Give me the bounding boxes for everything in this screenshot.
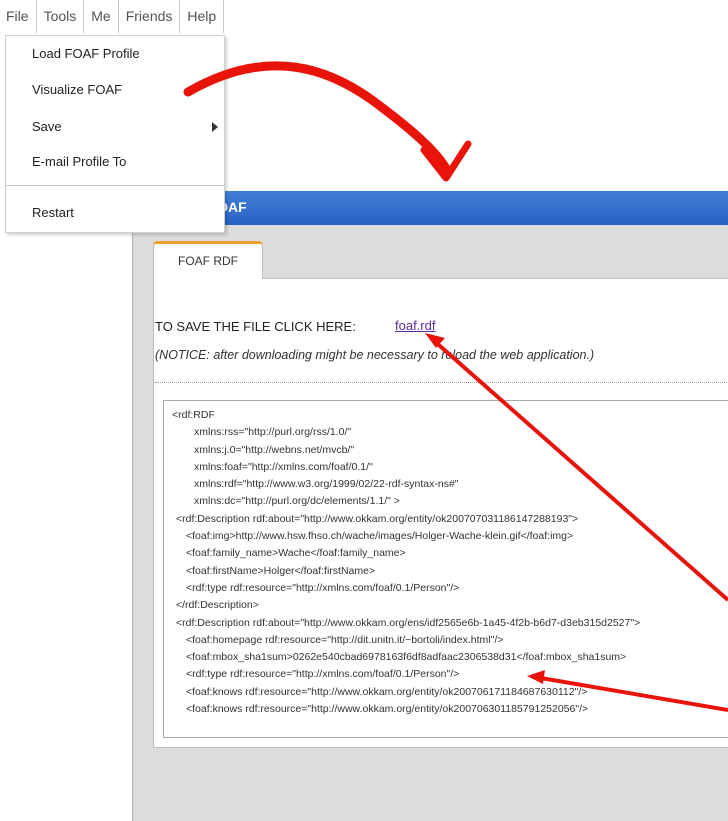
menu-tools[interactable]: Tools [37,0,85,33]
file-menu-dropdown: Load FOAF Profile Visualize FOAF Save E-… [5,35,225,233]
code-line: <rdf:type rdf:resource="http://xmlns.com… [186,581,460,594]
visualize-foaf-dialog: Visualize FOAF FOAF RDF TO SAVE THE FILE… [132,191,728,821]
code-line: xmlns:rss="http://purl.org/rss/1.0/" [194,426,352,439]
code-line: xmlns:dc="http://purl.org/dc/elements/1.… [194,495,400,508]
menu-help[interactable]: Help [180,0,225,33]
code-line: xmlns:foaf="http://xmlns.com/foaf/0.1/" [194,460,373,473]
menu-item-restart[interactable]: Restart [6,200,224,226]
menu-item-save[interactable]: Save [6,114,224,140]
menu-me[interactable]: Me [84,0,119,33]
code-line: xmlns:rdf="http://www.w3.org/1999/02/22-… [194,478,459,491]
menu-separator [6,185,224,186]
code-line: <foaf:mbox_sha1sum>0262e540cbad6978163f6… [186,651,627,664]
code-line: xmlns:j.0="http://webns.net/mvcb/" [194,443,355,456]
curved-arrow-icon [183,61,472,182]
code-line: <foaf:family_name>Wache</foaf:family_nam… [186,547,406,560]
code-line: <foaf:homepage rdf:resource="http://dit.… [186,633,504,646]
code-line: <rdf:type rdf:resource="http://xmlns.com… [186,668,460,681]
code-line: <rdf:Description rdf:about="http://www.o… [176,512,579,525]
menu-item-email-profile[interactable]: E-mail Profile To [6,149,224,175]
code-line: <foaf:img>http://www.hsw.fhso.ch/wache/i… [186,530,574,543]
download-link[interactable]: foaf.rdf [395,318,435,333]
menu-item-load-foaf-profile[interactable]: Load FOAF Profile [6,41,224,67]
menu-friends[interactable]: Friends [119,0,181,33]
code-line: <rdf:Description rdf:about="http://www.o… [176,616,641,629]
rdf-code-view[interactable]: <rdf:RDF xmlns:rss="http://purl.org/rss/… [163,400,728,738]
tab-foaf-rdf[interactable]: FOAF RDF [153,241,263,279]
code-line: <foaf:firstName>Holger</foaf:firstName> [186,564,376,577]
code-line: </rdf:Description> [176,599,259,612]
divider [155,382,728,383]
code-line: <rdf:RDF [172,409,215,421]
code-line: <foaf:knows rdf:resource="http://www.okk… [186,685,588,698]
menu-file[interactable]: File [0,0,37,33]
notice-text: (NOTICE: after downloading might be nece… [155,348,595,362]
save-instruction: TO SAVE THE FILE CLICK HERE: [155,319,356,334]
menu-item-visualize-foaf[interactable]: Visualize FOAF [6,77,224,103]
menu-item-save-label: Save [32,119,62,134]
submenu-arrow-icon [212,122,218,132]
menu-bar: File Tools Me Friends Help [0,0,290,33]
code-line: <foaf:knows rdf:resource="http://www.okk… [186,703,589,716]
